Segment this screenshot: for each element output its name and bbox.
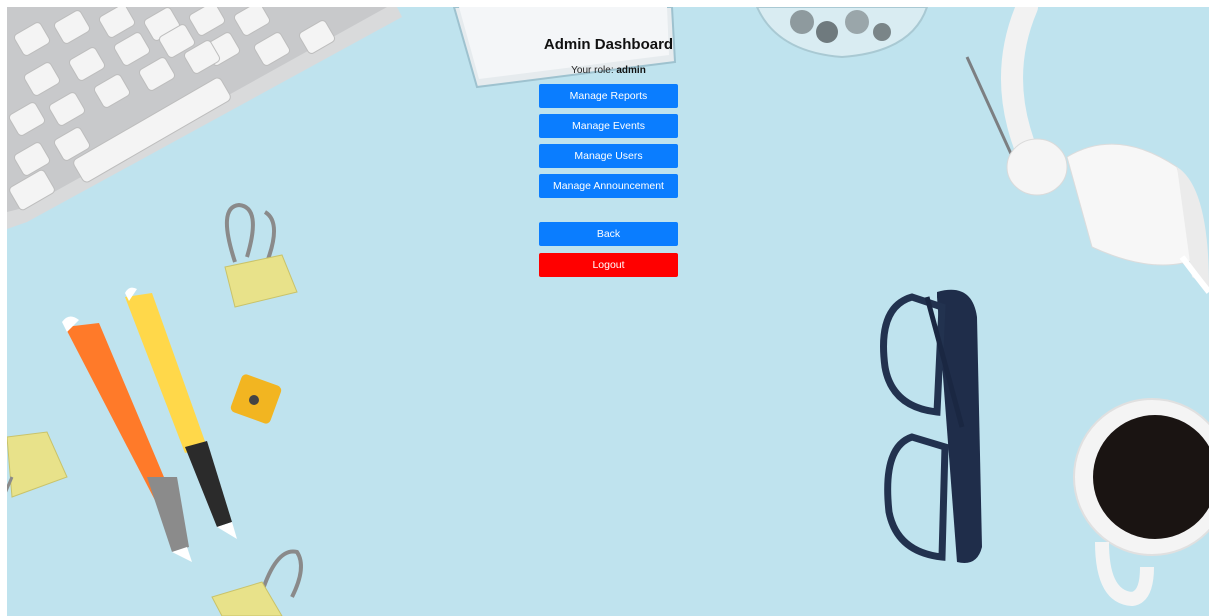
headphones-image <box>965 7 1209 294</box>
binder-clip-left-image <box>7 431 68 498</box>
back-button[interactable]: Back <box>539 222 678 246</box>
admin-dashboard-panel: Admin Dashboard Your role: admin Manage … <box>539 36 678 277</box>
manage-users-button[interactable]: Manage Users <box>539 144 678 168</box>
binder-clip-bottom-image <box>211 549 303 616</box>
sharpener-image <box>230 374 282 424</box>
role-value: admin <box>616 65 646 76</box>
glass-bowl-image <box>755 7 929 59</box>
role-label: Your role: <box>571 65 614 76</box>
keyboard-image <box>7 7 402 229</box>
manage-events-button[interactable]: Manage Events <box>539 114 678 138</box>
eyeglasses-image <box>880 289 982 563</box>
logout-button[interactable]: Logout <box>539 253 678 277</box>
manage-announcement-button[interactable]: Manage Announcement <box>539 174 678 198</box>
role-line: Your role: admin <box>571 65 646 77</box>
coffee-cup-image <box>1073 398 1209 607</box>
binder-clip-image <box>224 202 298 308</box>
page-title: Admin Dashboard <box>543 36 674 53</box>
manage-reports-button[interactable]: Manage Reports <box>539 84 678 108</box>
